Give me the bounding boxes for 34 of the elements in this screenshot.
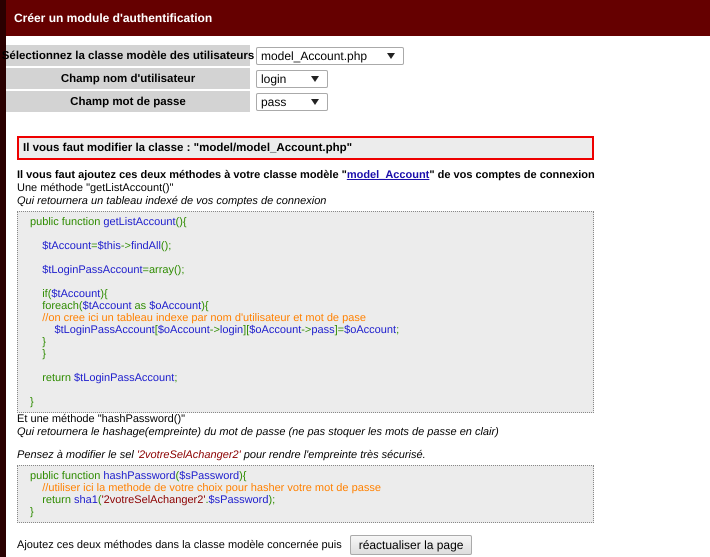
- header-title: Créer un module d'authentification: [14, 11, 212, 25]
- select-field[interactable]: pass: [256, 92, 328, 110]
- instruction-text: Il vous faut ajoutez ces deux méthodes à votre classe modèle "model_Account" de vos comptes de connexion: [17, 169, 594, 182]
- footer-text: Ajoutez ces deux méthodes dans la classe modèle concernée puis: [17, 539, 342, 551]
- field-label: Champ mot de passe: [6, 91, 250, 112]
- code-line: return $tLoginPassAccount;: [41, 372, 178, 384]
- code-line: foreach($tAccount as $oAccount){: [41, 300, 210, 312]
- code-line: }: [41, 348, 47, 360]
- method-title: Une méthode "getListAccount()": [17, 182, 174, 195]
- code-line: if($tAccount){: [41, 288, 109, 300]
- code-line: //on cree ici un tableau indexe par nom d'utilisateur et mot de pase: [41, 312, 367, 324]
- code-line: return sha1('2votreSelAchanger2'.$sPassword);: [41, 494, 276, 506]
- method-title: Et une méthode "hashPassword()": [17, 413, 186, 426]
- caret-icon: [311, 76, 319, 82]
- class-link[interactable]: model_Account: [346, 169, 430, 181]
- salt-note: Pensez à modifier le sel '2votreSelAchanger2' pour rendre l'empreinte très sécurisé.: [17, 449, 427, 462]
- select-field[interactable]: model_Account.php: [256, 46, 404, 64]
- field-label: Champ nom d'utilisateur: [6, 68, 250, 89]
- code-line: //utiliser ici la methode de votre choix pour hasher votre mot de passe: [41, 482, 382, 494]
- refresh-button[interactable]: réactualiser la page: [350, 535, 472, 555]
- code-line: }: [41, 336, 47, 348]
- code-line: public function hashPassword($sPassword){: [30, 470, 248, 482]
- code-line: $tLoginPassAccount=array();: [41, 264, 186, 276]
- caret-icon: [387, 52, 396, 58]
- code-line: }: [30, 506, 35, 518]
- code-line: public function getListAccount(){: [30, 216, 188, 228]
- code-line: }: [30, 396, 35, 408]
- notice-text: Il vous faut modifier la classe : "model/model_Account.php": [23, 142, 352, 154]
- code-line: $tAccount=$this->findAll();: [41, 240, 172, 252]
- method-description: Qui retournera le hashage(empreinte) du mot de passe (ne pas stoquer les mots de passe en clair): [17, 426, 500, 439]
- method-description: Qui retournera un tableau indexé de vos comptes de connexion: [17, 195, 328, 208]
- caret-icon: [311, 98, 319, 104]
- select-field[interactable]: login: [256, 70, 328, 88]
- code-line: $tLoginPassAccount[$oAccount->login][$oAccount->pass]=$oAccount;: [53, 324, 400, 336]
